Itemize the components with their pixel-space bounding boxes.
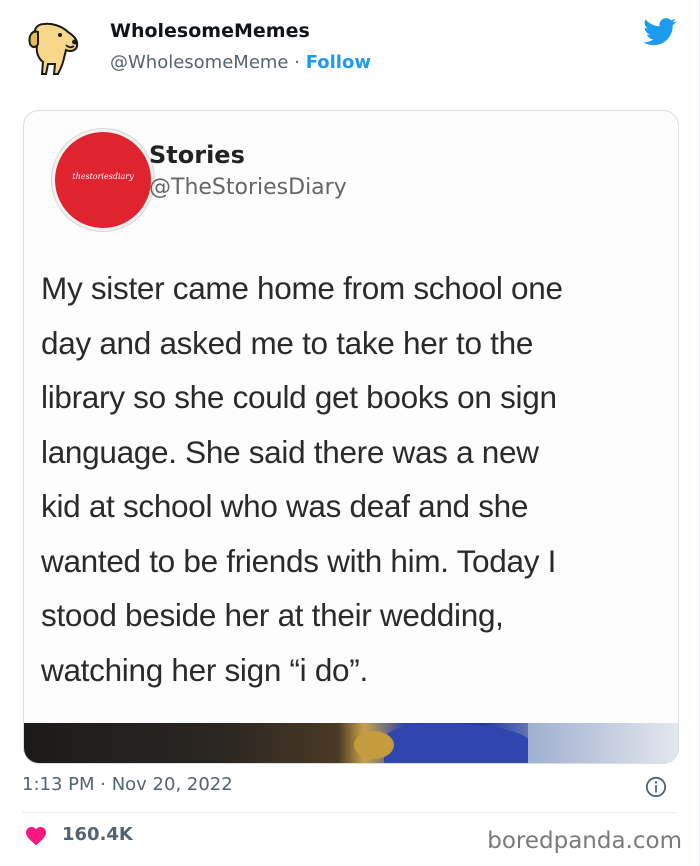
twitter-bird-icon[interactable]: [643, 18, 677, 46]
divider: [22, 812, 677, 813]
author-handle[interactable]: @WholesomeMeme: [110, 52, 289, 73]
photo-background: [528, 723, 678, 763]
text-line: day and asked me to take her to the: [41, 324, 534, 361]
text-line: My sister came home from school one: [41, 270, 563, 306]
follow-button[interactable]: Follow: [306, 52, 371, 73]
photo-detail: [354, 731, 394, 759]
text-line: kid at school who was deaf and she: [41, 488, 529, 524]
text-line: language. She said there was a new: [41, 433, 539, 470]
tweet-card: WholesomeMemes @WholesomeMeme · Follow t…: [0, 0, 700, 866]
text-line: library so she could get books on sign: [41, 379, 557, 415]
dog-avatar-icon[interactable]: [22, 18, 82, 78]
wedding-photo-strip: [24, 723, 678, 763]
info-icon[interactable]: [645, 776, 667, 798]
embedded-name: Stories: [149, 141, 245, 169]
tweet-timestamp[interactable]: 1:13 PM · Nov 20, 2022: [22, 774, 233, 795]
tweet-header: WholesomeMemes @WholesomeMeme · Follow: [18, 16, 681, 80]
embedded-image[interactable]: thestoriesdiary Stories @TheStoriesDiary…: [23, 110, 679, 764]
stories-logo-text: thestoriesdiary: [72, 172, 134, 181]
like-count[interactable]: 160.4K: [62, 824, 133, 845]
text-line: stood beside her at their wedding,: [41, 597, 504, 633]
stories-avatar: thestoriesdiary: [52, 129, 154, 231]
embedded-handle: @TheStoriesDiary: [149, 175, 347, 200]
text-line: watching her sign “i do”.: [41, 651, 368, 688]
text-line: wanted to be friends with him. Today I: [41, 542, 557, 579]
embedded-text: My sister came home from school one day …: [41, 261, 661, 697]
author-name[interactable]: WholesomeMemes: [110, 20, 310, 42]
boredpanda-watermark: boredpanda.com: [487, 828, 682, 854]
photo-figure: [384, 723, 534, 763]
author-line: @WholesomeMeme · Follow: [110, 52, 371, 73]
separator: ·: [288, 52, 306, 73]
heart-icon[interactable]: [24, 824, 48, 846]
